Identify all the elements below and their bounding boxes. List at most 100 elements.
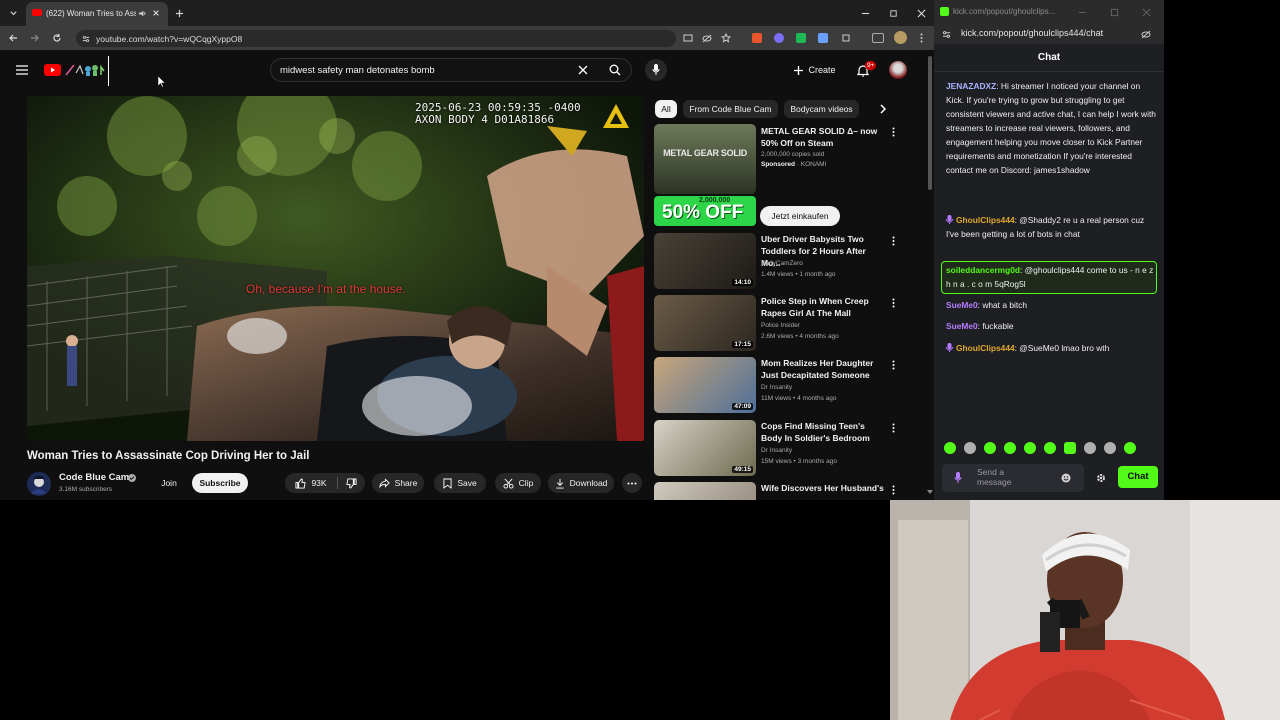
recommendation-item[interactable]: 47:09 Mom Realizes Her Daughter Just Dec… — [654, 357, 904, 415]
emote-icon[interactable] — [964, 442, 976, 454]
clip-button[interactable]: Clip — [495, 473, 541, 493]
youtube-logo-icon[interactable] — [44, 64, 61, 76]
search-box[interactable]: midwest safety man detonates bomb — [270, 58, 632, 82]
cast-icon[interactable] — [682, 32, 694, 44]
search-icon[interactable] — [607, 63, 623, 77]
ad-title[interactable]: METAL GEAR SOLID Δ– now 50% Off on Steam — [761, 125, 883, 149]
chat-close-icon[interactable] — [1140, 6, 1152, 18]
emoji-picker-icon[interactable] — [1060, 472, 1072, 484]
chip-from-channel[interactable]: From Code Blue Cam — [683, 100, 778, 118]
channel-avatar[interactable] — [27, 472, 51, 496]
emote-icon[interactable] — [984, 442, 996, 454]
video-player[interactable]: 2025-06-23 00:59:35 -0400 AXON BODY 4 D0… — [27, 96, 644, 441]
save-button[interactable]: Save — [434, 473, 486, 493]
scroll-down-arrow-icon[interactable] — [927, 490, 933, 494]
recommendation-item[interactable]: 49:15 Cops Find Missing Teen's Body In S… — [654, 420, 904, 478]
extension-purple-icon[interactable] — [774, 33, 784, 43]
forward-icon[interactable] — [28, 32, 42, 44]
chat-address-bar[interactable]: kick.com/popout/ghoulclips444/chat — [934, 24, 1164, 44]
chat-input[interactable]: Send a message — [942, 464, 1084, 492]
chat-username[interactable]: SueMe0 — [946, 321, 978, 331]
chip-bodycam[interactable]: Bodycam videos — [784, 100, 859, 118]
sidebar-toggle-icon[interactable] — [872, 33, 884, 43]
chat-username[interactable]: GhoulClips444 — [956, 215, 1015, 225]
address-bar[interactable]: youtube.com/watch?v=wQCqgXyppO8 — [76, 30, 676, 47]
voice-search-icon[interactable] — [645, 59, 667, 81]
recommendation-more-icon[interactable] — [888, 359, 898, 371]
more-actions-icon[interactable] — [622, 473, 642, 493]
chat-username[interactable]: GhoulClips444 — [956, 343, 1015, 353]
chat-message: SueMe0: fuckable — [946, 321, 1014, 331]
save-label: Save — [457, 478, 477, 488]
minimize-icon[interactable] — [858, 6, 872, 20]
eye-off-icon[interactable] — [701, 32, 713, 44]
emote-icon[interactable] — [1104, 442, 1116, 454]
chat-send-button[interactable]: Chat — [1118, 466, 1158, 488]
scrollbar-thumb[interactable] — [928, 56, 932, 190]
recommendation-channel: Dr Insanity — [761, 384, 793, 391]
thumbs-down-icon[interactable] — [340, 474, 362, 492]
close-window-icon[interactable] — [914, 6, 928, 20]
chat-maximize-icon[interactable] — [1108, 6, 1120, 18]
share-button[interactable]: Share — [372, 473, 424, 493]
hamburger-menu-icon[interactable] — [14, 62, 30, 78]
chat-titlebar: kick.com/popout/ghoulclips... — [934, 0, 1164, 24]
ad-banner[interactable]: 2,000,000 50% OFF — [654, 196, 756, 226]
extension-green-icon[interactable] — [796, 33, 806, 43]
recommendation-more-icon[interactable] — [888, 235, 898, 247]
chat-username[interactable]: JENAZADXZ — [946, 81, 996, 91]
like-button[interactable]: 93K — [287, 473, 335, 493]
search-input[interactable]: midwest safety man detonates bomb — [280, 65, 435, 76]
tracking-off-icon[interactable] — [1140, 28, 1152, 40]
browser-menu-icon[interactable] — [915, 32, 927, 44]
create-button[interactable]: Create — [788, 59, 842, 81]
chip-bodycam-label: Bodycam videos — [790, 104, 853, 114]
chat-site-info-icon[interactable] — [940, 28, 952, 40]
reload-icon[interactable] — [50, 32, 64, 44]
channel-name[interactable]: Code Blue Cam — [59, 472, 129, 483]
new-tab-icon[interactable] — [172, 6, 186, 20]
recommendation-item[interactable]: Wife Discovers Her Husband's — [654, 482, 904, 500]
back-icon[interactable] — [6, 32, 20, 44]
chat-settings-gear-icon[interactable] — [1094, 471, 1108, 485]
extensions-puzzle-icon[interactable] — [840, 32, 852, 44]
speaker-icon[interactable] — [137, 8, 147, 18]
emote-icon[interactable] — [1124, 442, 1136, 454]
bookmark-star-icon[interactable] — [720, 32, 732, 44]
recommendation-more-icon[interactable] — [888, 484, 898, 496]
chat-minimize-icon[interactable] — [1076, 6, 1088, 18]
ad-thumbnail[interactable]: METAL GEAR SOLID — [654, 124, 756, 194]
download-button[interactable]: Download — [548, 473, 614, 493]
chip-all[interactable]: All — [655, 100, 677, 118]
emote-icon[interactable] — [944, 442, 956, 454]
emote-icon[interactable] — [1044, 442, 1056, 454]
chat-username[interactable]: SueMe0 — [946, 300, 978, 310]
tab-list-chevron-icon[interactable] — [6, 6, 20, 20]
extension-blue-icon[interactable] — [818, 33, 828, 43]
ad-sponsor-row: Sponsored · KONAMI — [761, 161, 827, 168]
emote-icon[interactable] — [1024, 442, 1036, 454]
recommendation-item[interactable]: 17:15 Police Step in When Creep Rapes Gi… — [654, 295, 904, 353]
recommendation-more-icon[interactable] — [888, 297, 898, 309]
active-tab[interactable]: (622) Woman Tries to Assa... — [26, 2, 168, 26]
join-button[interactable]: Join — [152, 473, 186, 493]
emote-icon[interactable] — [1064, 442, 1076, 454]
site-info-icon[interactable] — [81, 34, 91, 44]
emote-icon[interactable] — [1084, 442, 1096, 454]
emote-icon[interactable] — [1004, 442, 1016, 454]
profile-avatar-icon[interactable] — [894, 31, 907, 44]
recommendation-more-icon[interactable] — [888, 422, 898, 434]
chat-username[interactable]: soileddancermg0d — [946, 265, 1020, 275]
recommendation-item[interactable]: 14:10 Uber Driver Babysits Two Toddlers … — [654, 233, 904, 291]
doodle-logo-icon[interactable] — [64, 63, 106, 77]
chips-next-chevron-icon[interactable] — [874, 100, 892, 118]
ad-more-icon[interactable] — [888, 126, 898, 138]
extension-orange-icon[interactable] — [752, 33, 762, 43]
restore-icon[interactable] — [886, 6, 900, 20]
clear-search-icon[interactable] — [577, 64, 589, 76]
close-tab-icon[interactable] — [151, 8, 161, 18]
page-scrollbar[interactable] — [926, 52, 934, 500]
ad-cta-button[interactable]: Jetzt einkaufen — [760, 206, 840, 226]
account-avatar[interactable] — [889, 61, 907, 79]
subscribe-button[interactable]: Subscribe — [192, 473, 248, 493]
